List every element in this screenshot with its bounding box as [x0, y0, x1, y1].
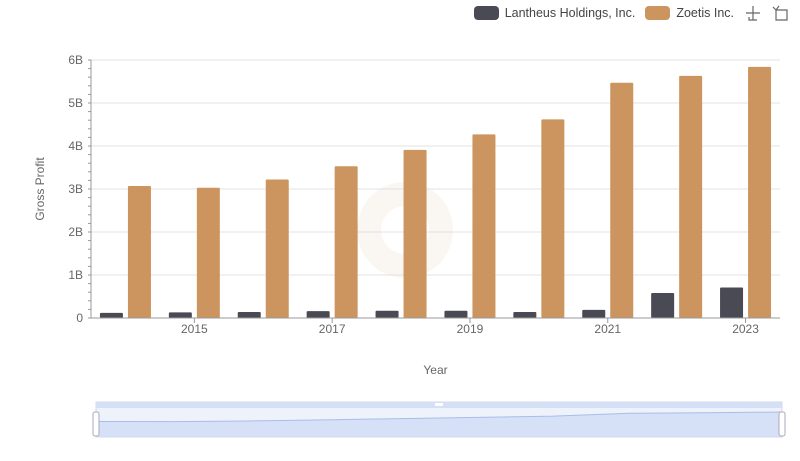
bar-zoetis-2015[interactable]	[196, 187, 220, 318]
x-tick-label: 2019	[457, 322, 484, 336]
y-tick-label: 4B	[68, 139, 83, 153]
bar-lantheus-2016[interactable]	[237, 311, 261, 318]
y-tick-label: 6B	[68, 53, 83, 67]
bar-chart: 0 1B 2B 3B 4B 5B 6B 2015 2017 2019 2021 2023 Year Gro…	[33, 53, 786, 438]
bar-lantheus-2023[interactable]	[720, 287, 744, 318]
bar-lantheus-2018[interactable]	[375, 310, 399, 318]
x-tick-label: 2017	[319, 322, 346, 336]
bar-lantheus-2022[interactable]	[651, 293, 675, 318]
y-tick-label: 1B	[68, 268, 83, 282]
bar-zoetis-2023[interactable]	[748, 66, 772, 318]
data-zoom-grip-icon[interactable]	[435, 403, 443, 406]
bar-zoetis-2022[interactable]	[679, 75, 703, 318]
x-tick-label: 2015	[181, 322, 208, 336]
bar-zoetis-2014[interactable]	[127, 185, 151, 318]
bar-lantheus-2021[interactable]	[582, 309, 606, 318]
chart-container: Lantheus Holdings, Inc. Zoetis Inc. 0 1B 2…	[0, 0, 800, 461]
bar-lantheus-2017[interactable]	[306, 311, 330, 318]
bar-zoetis-2020[interactable]	[541, 119, 565, 318]
x-tick-label: 2023	[732, 322, 759, 336]
y-tick-label: 5B	[68, 96, 83, 110]
y-axis-title: Gross Profit	[33, 157, 47, 221]
y-tick-label: 0	[76, 311, 83, 325]
bar-zoetis-2018[interactable]	[403, 149, 427, 318]
bar-zoetis-2019[interactable]	[472, 134, 496, 318]
bar-zoetis-2016[interactable]	[265, 179, 289, 318]
x-axis-title: Year	[423, 363, 447, 377]
y-tick-label: 2B	[68, 225, 83, 239]
bar-lantheus-2020[interactable]	[513, 311, 537, 318]
bar-zoetis-2021[interactable]	[610, 82, 634, 318]
bar-zoetis-2017[interactable]	[334, 166, 358, 318]
data-zoom-end-handle[interactable]	[778, 411, 786, 437]
bar-lantheus-2019[interactable]	[444, 310, 468, 318]
data-zoom-start-handle[interactable]	[92, 411, 100, 437]
y-tick-label: 3B	[68, 182, 83, 196]
x-tick-label: 2021	[594, 322, 621, 336]
bar-lantheus-2015[interactable]	[168, 312, 192, 318]
bar-lantheus-2014[interactable]	[99, 312, 123, 318]
